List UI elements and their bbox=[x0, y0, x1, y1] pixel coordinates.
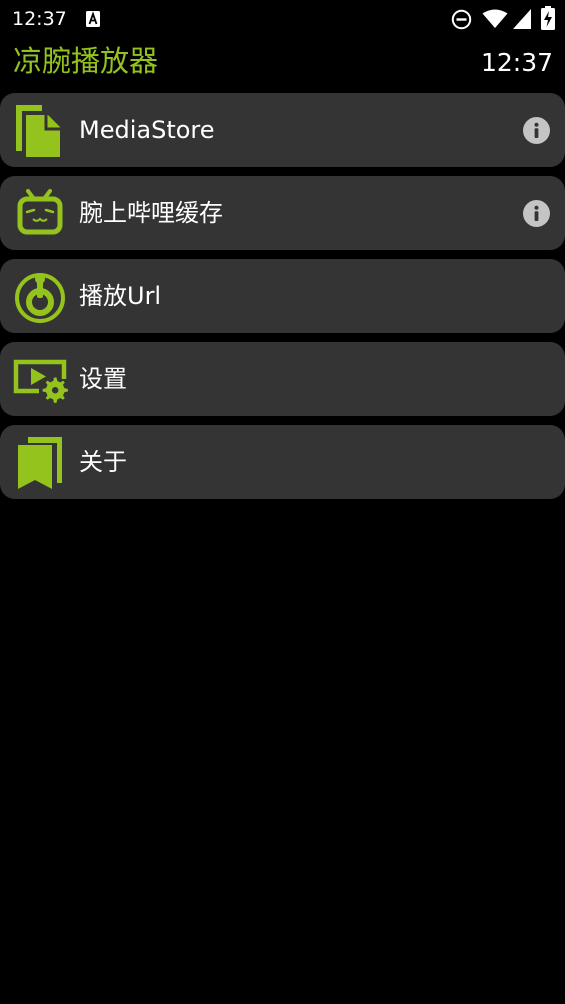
header-clock: 12:37 bbox=[480, 48, 553, 77]
info-icon[interactable] bbox=[523, 200, 550, 227]
do-not-disturb-icon bbox=[451, 9, 472, 34]
bilibili-tv-icon bbox=[12, 186, 68, 242]
menu-item-bilibili-cache[interactable]: 腕上哔哩缓存 bbox=[0, 176, 565, 250]
menu-item-label: 腕上哔哩缓存 bbox=[79, 199, 223, 227]
menu-item-about[interactable]: 关于 bbox=[0, 425, 565, 499]
status-bar: 12:37 bbox=[0, 0, 565, 38]
status-time: 12:37 bbox=[12, 8, 67, 30]
menu-item-label: 关于 bbox=[79, 448, 127, 476]
menu-item-play-url[interactable]: 播放Url bbox=[0, 259, 565, 333]
menu-item-label: MediaStore bbox=[79, 116, 215, 144]
keyboard-a-icon bbox=[86, 11, 100, 31]
app-header: 凉腕播放器 12:37 bbox=[0, 38, 565, 88]
bookmarks-icon bbox=[12, 435, 68, 491]
menu-item-label: 设置 bbox=[79, 365, 127, 393]
file-copy-icon bbox=[12, 103, 68, 159]
battery-charging-icon bbox=[541, 6, 555, 34]
info-icon[interactable] bbox=[523, 117, 550, 144]
menu-list: MediaStore 腕上哔哩缓存 播放Url 设置 关于 bbox=[0, 93, 565, 508]
cellular-signal-icon bbox=[513, 9, 531, 33]
menu-item-mediastore[interactable]: MediaStore bbox=[0, 93, 565, 167]
wifi-icon bbox=[482, 9, 508, 33]
joystick-icon bbox=[12, 269, 68, 325]
app-title: 凉腕播放器 bbox=[13, 44, 159, 78]
menu-item-settings[interactable]: 设置 bbox=[0, 342, 565, 416]
menu-item-label: 播放Url bbox=[79, 282, 162, 310]
video-settings-icon bbox=[12, 352, 68, 408]
